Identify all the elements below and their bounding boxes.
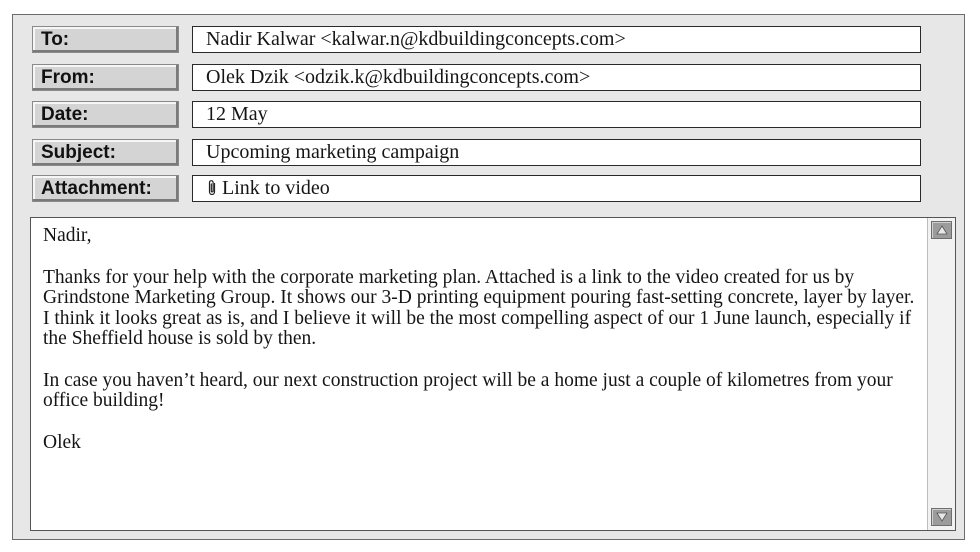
to-label: To: (32, 26, 179, 53)
message-text: Nadir, Thanks for your help with the cor… (43, 225, 915, 474)
body-paragraph: Thanks for your help with the corporate … (43, 266, 915, 349)
paperclip-icon (206, 179, 218, 197)
email-window: To: Nadir Kalwar <kalwar.n@kdbuildingcon… (12, 14, 965, 540)
from-field[interactable]: Olek Dzik <odzik.k@kdbuildingconcepts.co… (192, 64, 921, 91)
arrow-down-icon (936, 512, 948, 522)
arrow-up-icon (936, 225, 948, 235)
date-field[interactable]: 12 May (192, 101, 921, 128)
date-label: Date: (32, 101, 179, 128)
attachment-field[interactable]: Link to video (192, 175, 921, 202)
subject-field[interactable]: Upcoming marketing campaign (192, 139, 921, 166)
from-label: From: (32, 64, 179, 91)
vertical-scrollbar[interactable] (927, 218, 955, 530)
to-field[interactable]: Nadir Kalwar <kalwar.n@kdbuildingconcept… (192, 26, 921, 53)
scroll-down-button[interactable] (931, 508, 952, 526)
subject-label: Subject: (32, 139, 179, 166)
signature: Olek (43, 431, 81, 453)
greeting: Nadir, (43, 225, 92, 246)
scroll-up-button[interactable] (931, 221, 952, 239)
message-body[interactable]: Nadir, Thanks for your help with the cor… (30, 217, 956, 531)
body-paragraph: In case you haven’t heard, our next cons… (43, 369, 893, 411)
attachment-label: Attachment: (32, 175, 179, 202)
attachment-link[interactable]: Link to video (222, 177, 330, 199)
